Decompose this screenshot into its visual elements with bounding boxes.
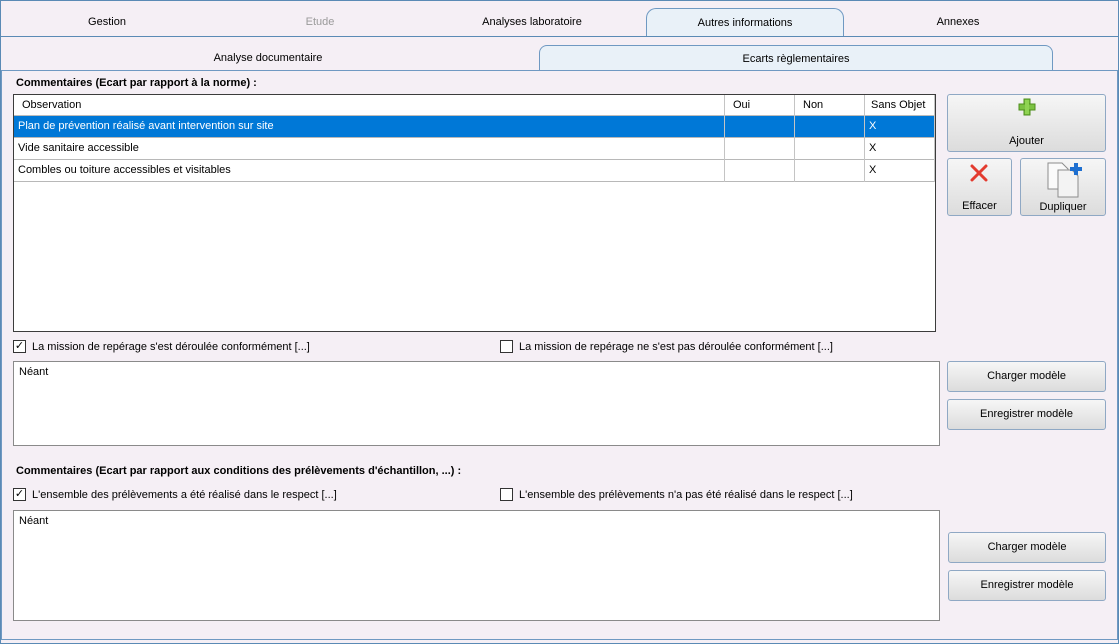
cell-non[interactable] xyxy=(795,160,865,181)
tab-analyse-documentaire[interactable]: Analyse documentaire xyxy=(1,45,535,71)
tab-analyses-laboratoire[interactable]: Analyses laboratoire xyxy=(426,8,638,36)
check-prelevements-conforme-label: L'ensemble des prélèvements a été réalis… xyxy=(32,489,337,501)
charger-modele-label: Charger modèle xyxy=(987,370,1066,382)
dupliquer-button[interactable]: Dupliquer xyxy=(1020,158,1106,216)
ajouter-button[interactable]: Ajouter xyxy=(947,94,1106,152)
check-mission-conforme-label: La mission de repérage s'est déroulée co… xyxy=(32,341,310,353)
tab-autres-informations[interactable]: Autres informations xyxy=(646,8,844,36)
charger-modele-button-1[interactable]: Charger modèle xyxy=(947,361,1106,392)
duplicate-document-icon xyxy=(1047,162,1082,198)
checkbox-checked[interactable]: ✓ xyxy=(13,488,26,501)
col-non[interactable]: Non xyxy=(795,95,865,116)
grid-row[interactable]: Vide sanitaire accessible X xyxy=(14,138,935,160)
check-prelevements-non-conforme[interactable]: L'ensemble des prélèvements n'a pas été … xyxy=(500,487,920,503)
section1-title: Commentaires (Ecart par rapport à la nor… xyxy=(16,77,257,89)
enregistrer-modele-button-1[interactable]: Enregistrer modèle xyxy=(947,399,1106,430)
enregistrer-modele-button-2[interactable]: Enregistrer modèle xyxy=(948,570,1106,601)
cell-observation: Combles ou toiture accessibles et visita… xyxy=(18,164,231,176)
check-mission-conforme[interactable]: ✓ La mission de repérage s'est déroulée … xyxy=(13,339,493,355)
cell-observation: Plan de prévention réalisé avant interve… xyxy=(18,120,274,132)
col-observation[interactable]: Observation xyxy=(14,95,725,116)
column-divider xyxy=(724,95,725,182)
checkbox-unchecked[interactable] xyxy=(500,340,513,353)
tab-annexes[interactable]: Annexes xyxy=(852,8,1064,36)
check-mission-non-conforme[interactable]: La mission de repérage ne s'est pas déro… xyxy=(500,339,920,355)
grid-row[interactable]: Combles ou toiture accessibles et visita… xyxy=(14,160,935,182)
delete-x-icon xyxy=(970,164,988,182)
sub-tab-bar: Analyse documentaire Ecarts règlementair… xyxy=(1,41,1118,71)
effacer-label: Effacer xyxy=(962,200,997,212)
column-divider xyxy=(794,95,795,182)
check-prelevements-conforme[interactable]: ✓ L'ensemble des prélèvements a été réal… xyxy=(13,487,493,503)
cell-oui[interactable] xyxy=(725,160,795,181)
cell-oui[interactable] xyxy=(725,116,795,137)
col-sans-objet[interactable]: Sans Objet xyxy=(865,95,935,116)
check-prelevements-non-conforme-label: L'ensemble des prélèvements n'a pas été … xyxy=(519,489,853,501)
grid-row[interactable]: Plan de prévention réalisé avant interve… xyxy=(14,116,935,138)
charger-modele-button-2[interactable]: Charger modèle xyxy=(948,532,1106,563)
tab-gestion[interactable]: Gestion xyxy=(0,8,214,36)
check-mission-non-conforme-label: La mission de repérage ne s'est pas déro… xyxy=(519,341,833,353)
add-plus-icon xyxy=(1018,98,1036,116)
section2-title: Commentaires (Ecart par rapport aux cond… xyxy=(16,465,462,477)
cell-non[interactable] xyxy=(795,138,865,159)
dupliquer-label: Dupliquer xyxy=(1039,201,1087,213)
cell-sans-objet[interactable]: X xyxy=(865,160,935,181)
ajouter-label: Ajouter xyxy=(1009,135,1044,147)
grid-header: Observation Oui Non Sans Objet xyxy=(14,95,935,116)
charger-modele-label: Charger modèle xyxy=(987,541,1067,553)
column-divider xyxy=(864,95,865,182)
enregistrer-modele-label: Enregistrer modèle xyxy=(980,408,1073,420)
tab-etude: Etude xyxy=(305,16,335,28)
column-divider xyxy=(934,95,935,182)
cell-sans-objet[interactable]: X xyxy=(865,116,935,137)
comment-field-2[interactable]: Néant xyxy=(13,510,940,621)
effacer-button[interactable]: Effacer xyxy=(947,158,1012,216)
enregistrer-modele-label: Enregistrer modèle xyxy=(980,579,1074,591)
comment-field-1[interactable]: Néant xyxy=(13,361,940,446)
cell-sans-objet[interactable]: X xyxy=(865,138,935,159)
main-tab-bar: Gestion Etude Analyses laboratoire Autre… xyxy=(0,0,1119,38)
cell-non[interactable] xyxy=(795,116,865,137)
checkbox-unchecked[interactable] xyxy=(500,488,513,501)
tab-ecarts-reglementaires[interactable]: Ecarts règlementaires xyxy=(539,45,1053,71)
col-oui[interactable]: Oui xyxy=(725,95,795,116)
cell-oui[interactable] xyxy=(725,138,795,159)
checkbox-checked[interactable]: ✓ xyxy=(13,340,26,353)
cell-observation: Vide sanitaire accessible xyxy=(18,142,139,154)
observations-grid[interactable]: Observation Oui Non Sans Objet Plan de p… xyxy=(13,94,936,332)
